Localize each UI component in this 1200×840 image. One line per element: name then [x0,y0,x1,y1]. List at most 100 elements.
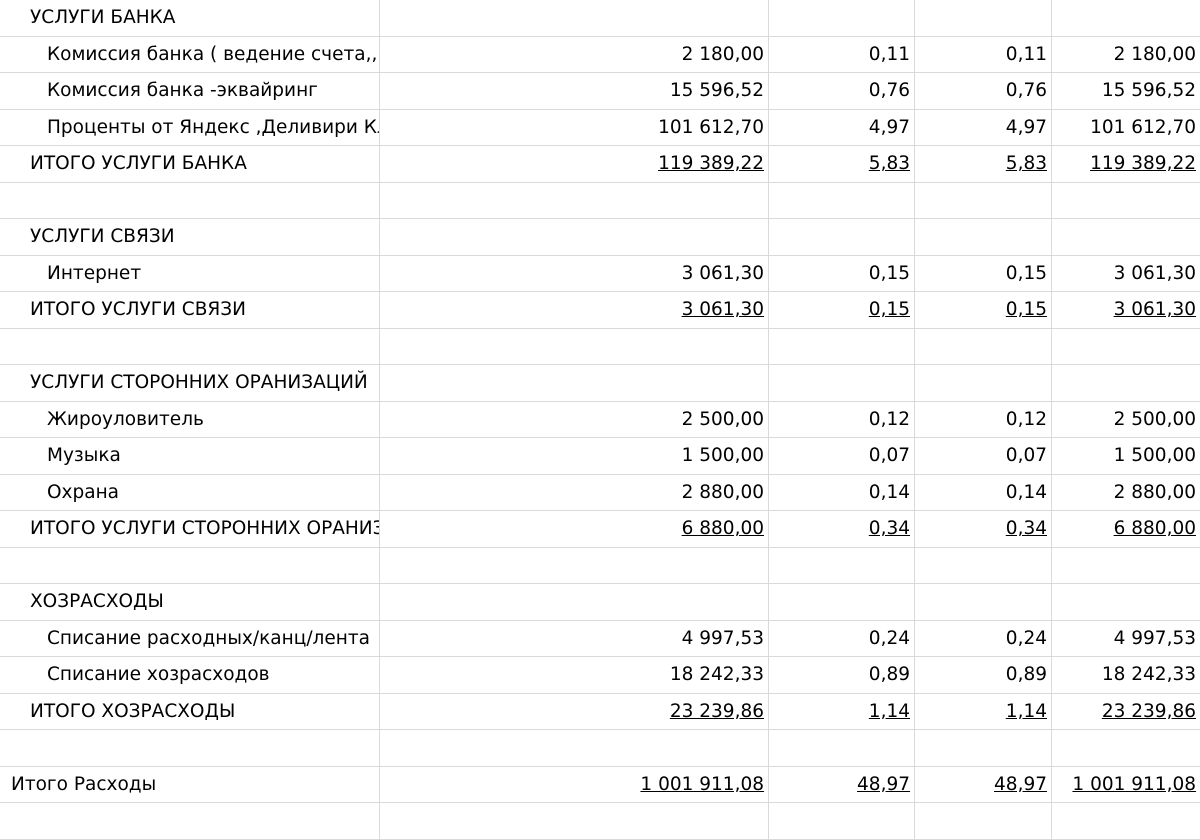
value-cell-col-4[interactable] [1052,0,1200,37]
value-cell-col-3[interactable]: 0,76 [915,73,1052,110]
value-cell-col-2[interactable] [769,328,915,365]
value-cell-col-4[interactable]: 119 389,22 [1052,146,1200,183]
value-cell-col-3[interactable]: 0,15 [915,255,1052,292]
value-cell-col-1[interactable] [380,219,769,256]
value-cell-col-4[interactable]: 15 596,52 [1052,73,1200,110]
value-cell-col-4[interactable] [1052,548,1200,584]
value-cell-col-4[interactable]: 3 061,30 [1052,292,1200,329]
value-cell-col-4[interactable]: 4 997,53 [1052,621,1200,657]
value-cell-col-3[interactable] [915,547,1052,584]
value-cell-col-3[interactable]: 0,89 [915,657,1052,694]
value-cell-col-2[interactable] [769,365,915,402]
value-cell-col-2[interactable]: 0,15 [769,292,915,329]
row-label-cell[interactable]: ИТОГО УСЛУГИ СТОРОННИХ ОРАНИЗАЦИЙ [0,511,380,548]
value-cell-col-4[interactable] [1052,730,1200,767]
value-cell-col-2[interactable] [769,584,915,621]
value-cell-col-1[interactable]: 119 389,22 [380,146,769,183]
value-cell-col-2[interactable] [769,182,915,219]
value-cell-col-3[interactable]: 0,15 [915,292,1052,329]
value-cell-col-2[interactable]: 0,11 [769,36,915,73]
row-label-cell[interactable]: ИТОГО ХОЗРАСХОДЫ [0,693,380,730]
value-cell-col-4[interactable]: 1 001 911,08 [1052,767,1200,803]
value-cell-col-2[interactable]: 48,97 [769,766,915,803]
row-label-cell[interactable]: Музыка [0,438,380,475]
value-cell-col-2[interactable]: 0,12 [769,401,915,438]
row-label-cell[interactable]: ИТОГО УСЛУГИ БАНКА [0,146,380,183]
value-cell-col-4[interactable]: 2 500,00 [1052,402,1200,438]
value-cell-col-3[interactable] [915,328,1052,365]
value-cell-col-3[interactable]: 48,97 [915,766,1052,803]
value-cell-col-3[interactable] [915,584,1052,621]
value-cell-col-2[interactable]: 4,97 [769,109,915,146]
value-cell-col-2[interactable]: 0,07 [769,438,915,475]
value-cell-col-1[interactable]: 3 061,30 [380,255,769,292]
row-label-cell[interactable]: Интернет [0,255,380,292]
value-cell-col-2[interactable] [769,0,915,37]
value-cell-col-3[interactable] [915,0,1052,37]
value-cell-col-4[interactable] [1052,803,1200,840]
value-cell-col-1[interactable]: 1 001 911,08 [380,766,769,803]
row-label-cell[interactable]: УСЛУГИ СТОРОННИХ ОРАНИЗАЦИЙ [0,365,380,402]
value-cell-col-3[interactable] [915,803,1052,840]
row-label-cell[interactable] [0,182,380,219]
row-label-cell[interactable] [0,547,380,584]
value-cell-col-1[interactable]: 23 239,86 [380,693,769,730]
value-cell-col-3[interactable]: 5,83 [915,146,1052,183]
value-cell-col-1[interactable]: 4 997,53 [380,620,769,657]
value-cell-col-2[interactable] [769,730,915,767]
value-cell-col-1[interactable]: 101 612,70 [380,109,769,146]
value-cell-col-4[interactable]: 101 612,70 [1052,110,1200,146]
value-cell-col-3[interactable]: 0,07 [915,438,1052,475]
value-cell-col-1[interactable] [380,0,769,37]
value-cell-col-2[interactable]: 0,24 [769,620,915,657]
row-label-cell[interactable]: Комиссия банка ( ведение счета,,) [0,36,380,73]
value-cell-col-3[interactable]: 4,97 [915,109,1052,146]
row-label-cell[interactable]: ИТОГО УСЛУГИ СВЯЗИ [0,292,380,329]
value-cell-col-4[interactable]: 6 880,00 [1052,511,1200,548]
row-label-cell[interactable]: Комиссия банка -эквайринг [0,73,380,110]
value-cell-col-3[interactable]: 1,14 [915,693,1052,730]
row-label-cell[interactable]: Итого Расходы [0,766,380,803]
value-cell-col-4[interactable]: 1 500,00 [1052,438,1200,475]
value-cell-col-1[interactable]: 2 180,00 [380,36,769,73]
value-cell-col-3[interactable]: 0,34 [915,511,1052,548]
value-cell-col-1[interactable]: 6 880,00 [380,511,769,548]
value-cell-col-4[interactable]: 2 880,00 [1052,475,1200,511]
row-label-cell[interactable] [0,803,380,840]
row-label-cell[interactable]: УСЛУГИ СВЯЗИ [0,219,380,256]
row-label-cell[interactable]: Списание расходных/канц/лента [0,620,380,657]
value-cell-col-2[interactable]: 5,83 [769,146,915,183]
value-cell-col-2[interactable]: 0,34 [769,511,915,548]
value-cell-col-1[interactable] [380,365,769,402]
value-cell-col-3[interactable]: 0,12 [915,401,1052,438]
value-cell-col-2[interactable]: 0,89 [769,657,915,694]
value-cell-col-1[interactable] [380,803,769,840]
value-cell-col-3[interactable]: 0,24 [915,620,1052,657]
value-cell-col-4[interactable]: 3 061,30 [1052,256,1200,292]
value-cell-col-1[interactable] [380,584,769,621]
value-cell-col-4[interactable]: 2 180,00 [1052,37,1200,73]
value-cell-col-4[interactable] [1052,329,1200,365]
row-label-cell[interactable]: Охрана [0,474,380,511]
value-cell-col-3[interactable] [915,365,1052,402]
value-cell-col-1[interactable] [380,182,769,219]
value-cell-col-2[interactable]: 0,14 [769,474,915,511]
value-cell-col-1[interactable]: 2 880,00 [380,474,769,511]
value-cell-col-1[interactable]: 3 061,30 [380,292,769,329]
value-cell-col-2[interactable]: 1,14 [769,693,915,730]
row-label-cell[interactable]: Жироуловитель [0,401,380,438]
value-cell-col-2[interactable] [769,547,915,584]
value-cell-col-3[interactable] [915,730,1052,767]
value-cell-col-3[interactable]: 0,11 [915,36,1052,73]
value-cell-col-4[interactable] [1052,584,1200,621]
value-cell-col-1[interactable] [380,547,769,584]
value-cell-col-2[interactable]: 0,76 [769,73,915,110]
row-label-cell[interactable]: Списание хозрасходов [0,657,380,694]
value-cell-col-1[interactable]: 15 596,52 [380,73,769,110]
row-label-cell[interactable] [0,328,380,365]
row-label-cell[interactable]: Проценты от Яндекс ,Деливири Клаб [0,109,380,146]
row-label-cell[interactable] [0,730,380,767]
value-cell-col-3[interactable] [915,182,1052,219]
value-cell-col-4[interactable]: 18 242,33 [1052,657,1200,694]
value-cell-col-2[interactable] [769,219,915,256]
